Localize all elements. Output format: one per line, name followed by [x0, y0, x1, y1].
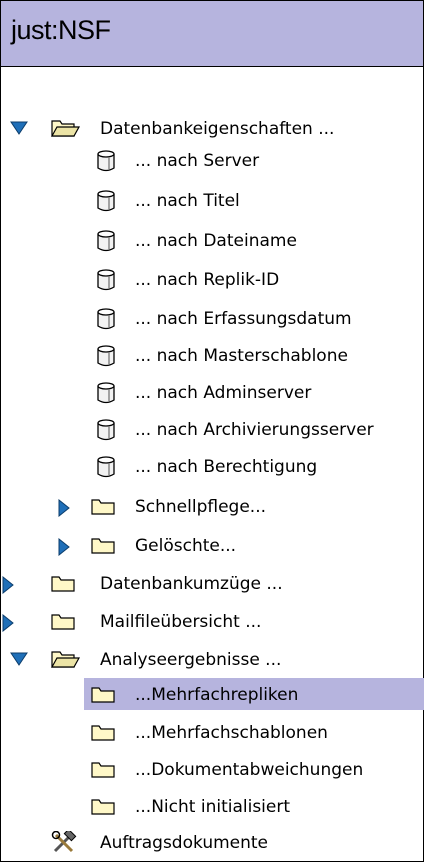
database-icon — [97, 150, 115, 172]
tree-item-label: ... nach Server — [135, 151, 260, 171]
folder-icon — [91, 799, 115, 815]
tree-item-label: ...Mehrfachrepliken — [135, 685, 299, 705]
folder-icon — [91, 687, 115, 703]
database-icon — [97, 230, 115, 252]
folder-icon — [91, 725, 115, 741]
triangle-right-icon[interactable] — [58, 499, 70, 517]
triangle-right-icon[interactable] — [2, 576, 14, 594]
database-icon — [97, 308, 115, 330]
tree-item-nicht-initialisiert[interactable]: ...Nicht initialisiert — [0, 790, 424, 822]
database-icon — [97, 456, 115, 478]
tree-item-label: ... nach Masterschablone — [135, 346, 348, 366]
hammer-wrench-icon — [51, 831, 77, 853]
navigator-tree: Datenbankeigenschaften ... ... nach Serv… — [0, 0, 424, 862]
tree-item-nach-erfassungsdatum[interactable]: ... nach Erfassungsdatum — [0, 302, 424, 334]
tree-item-label: Analyseergebnisse ... — [100, 650, 282, 670]
tree-item-label: ...Mehrfachschablonen — [135, 723, 328, 743]
tree-item-datenbankeigenschaften[interactable]: Datenbankeigenschaften ... — [0, 112, 424, 144]
tree-item-datenbankumzuege[interactable]: Datenbankumzüge ... — [0, 567, 424, 599]
tree-item-nach-masterschablone[interactable]: ... nach Masterschablone — [0, 339, 424, 371]
tree-item-label: ... nach Adminserver — [135, 383, 312, 403]
tree-item-label: Datenbankeigenschaften ... — [100, 119, 335, 139]
tree-item-nach-adminserver[interactable]: ... nach Adminserver — [0, 376, 424, 408]
tree-item-label: ... nach Titel — [135, 191, 240, 211]
tree-item-label: ... nach Archivierungsserver — [135, 420, 374, 440]
tree-item-label: ...Nicht initialisiert — [135, 797, 291, 817]
tree-item-label: Schnellpflege... — [135, 497, 267, 517]
tree-item-nach-dateiname[interactable]: ... nach Dateiname — [0, 224, 424, 256]
database-icon — [97, 419, 115, 441]
tree-item-nach-replik-id[interactable]: ... nach Replik-ID — [0, 263, 424, 295]
triangle-down-icon[interactable] — [10, 652, 28, 666]
triangle-right-icon[interactable] — [2, 614, 14, 632]
tree-item-label: Gelöschte... — [135, 536, 237, 556]
tree-item-analyseergebnisse[interactable]: Analyseergebnisse ... — [0, 643, 424, 675]
tree-item-label: ... nach Berechtigung — [135, 457, 318, 477]
database-icon — [97, 269, 115, 291]
tree-item-mailfileuebersicht[interactable]: Mailfileübersicht ... — [0, 605, 424, 637]
database-icon — [97, 190, 115, 212]
folder-icon — [51, 614, 75, 630]
tree-item-nach-berechtigung[interactable]: ... nach Berechtigung — [0, 450, 424, 482]
tree-item-auftragsdokumente[interactable]: Auftragsdokumente — [0, 826, 424, 858]
tree-item-nach-titel[interactable]: ... nach Titel — [0, 184, 424, 216]
tree-item-dokumentabweichungen[interactable]: ...Dokumentabweichungen — [0, 753, 424, 785]
tree-item-geloeschte[interactable]: Gelöschte... — [0, 529, 424, 561]
tree-item-label: ...Dokumentabweichungen — [135, 760, 364, 780]
folder-icon — [91, 499, 115, 515]
tree-item-label: ... nach Replik-ID — [135, 270, 280, 290]
tree-item-label: Auftragsdokumente — [100, 833, 269, 853]
tree-item-mehrfachschablonen[interactable]: ...Mehrfachschablonen — [0, 716, 424, 748]
tree-item-schnellpflege[interactable]: Schnellpflege... — [0, 490, 424, 522]
tree-item-mehrfachrepliken[interactable]: ...Mehrfachrepliken — [0, 678, 424, 710]
tree-item-label: ... nach Dateiname — [135, 231, 297, 251]
tree-item-nach-server[interactable]: ... nach Server — [0, 144, 424, 176]
database-icon — [97, 345, 115, 367]
tree-item-label: Datenbankumzüge ... — [100, 574, 283, 594]
triangle-down-icon[interactable] — [10, 121, 28, 135]
database-icon — [97, 382, 115, 404]
tree-item-nach-archivierungsserver[interactable]: ... nach Archivierungsserver — [0, 413, 424, 445]
tree-item-label: ... nach Erfassungsdatum — [135, 309, 352, 329]
folder-icon — [91, 538, 115, 554]
folder-icon — [91, 762, 115, 778]
open-folder-icon — [50, 120, 80, 137]
folder-icon — [51, 576, 75, 592]
tree-item-label: Mailfileübersicht ... — [100, 612, 262, 632]
open-folder-icon — [50, 651, 80, 668]
triangle-right-icon[interactable] — [58, 538, 70, 556]
